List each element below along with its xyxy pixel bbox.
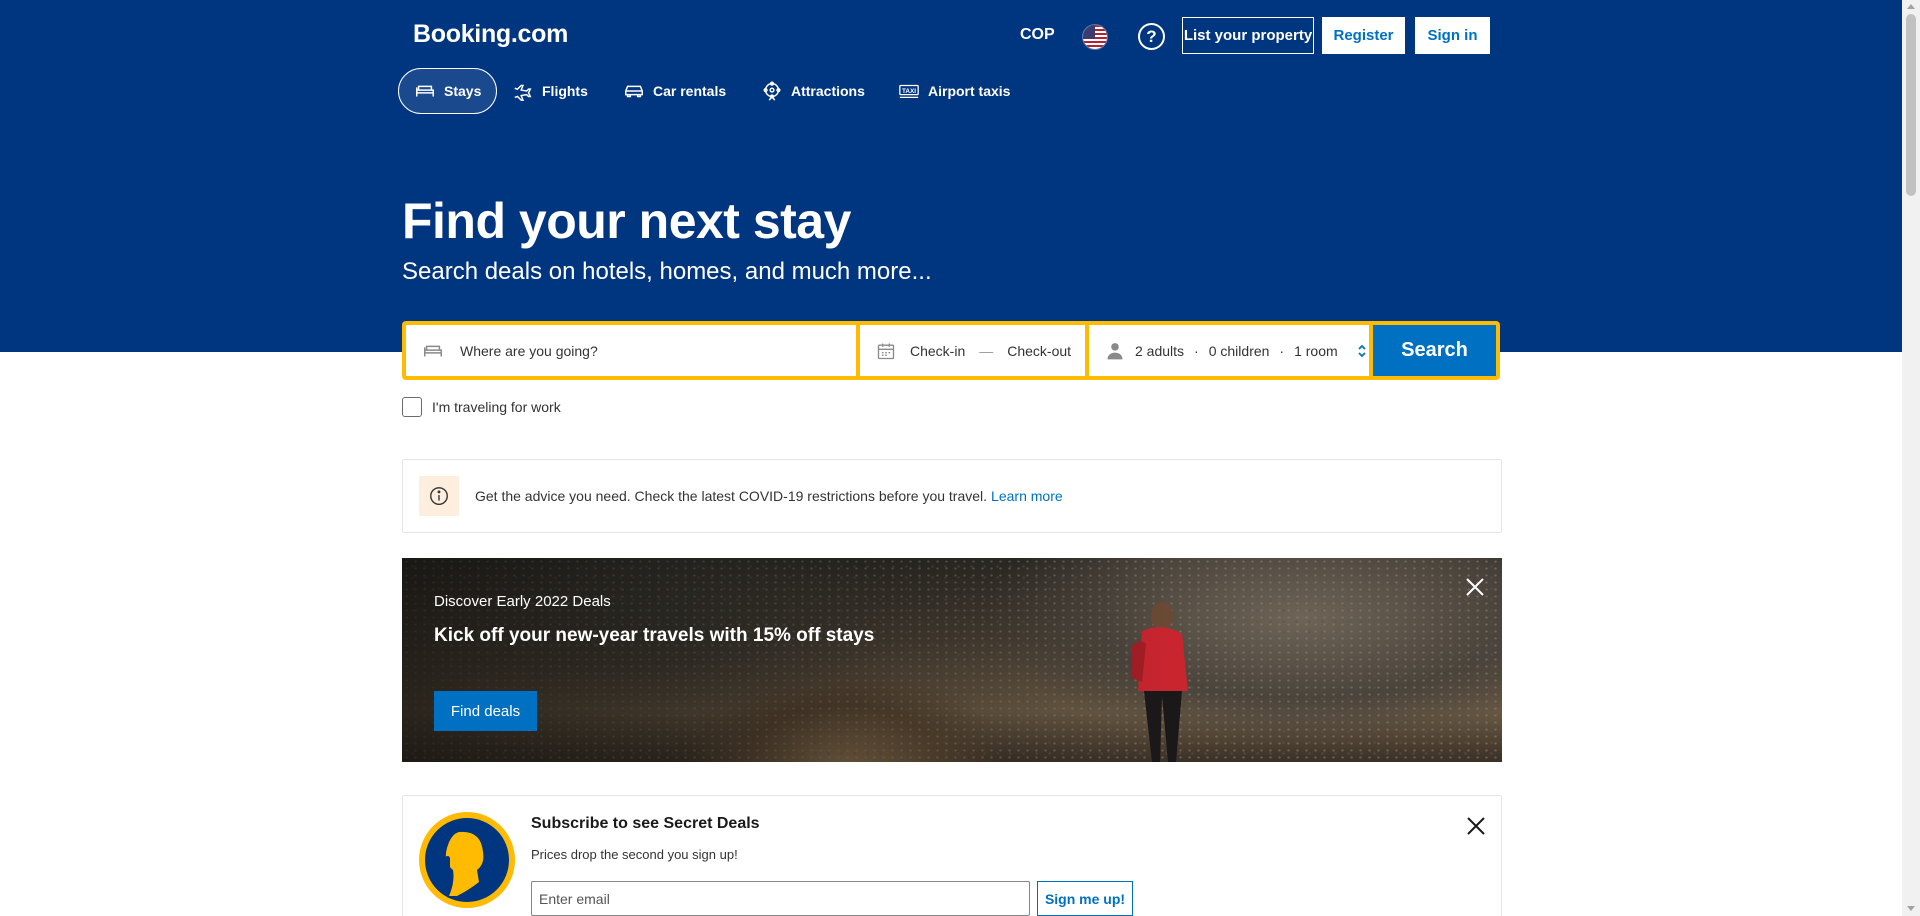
plane-icon [514,84,532,101]
bed-icon [416,85,434,97]
separator-dot: · [1194,342,1199,359]
rooms-count: 1 room [1294,342,1338,359]
calendar-icon [877,343,895,359]
destination-field[interactable] [406,325,856,376]
scroll-down-arrow-icon[interactable] [1907,906,1915,911]
separator-dot: · [1279,342,1285,359]
learn-more-link[interactable]: Learn more [991,488,1063,504]
tab-airport-taxis-label: Airport taxis [928,83,1011,99]
subscribe-title: Subscribe to see Secret Deals [531,815,760,832]
search-bar: Check-in — Check-out 2 adults · 0 childr… [402,321,1500,380]
attractions-icon [763,81,781,101]
scroll-thumb[interactable] [1906,14,1916,196]
sign-in-button[interactable]: Sign in [1415,17,1490,54]
booking-logo[interactable]: Booking.com [413,20,568,49]
check-in-label: Check-in [910,342,966,359]
find-deals-button[interactable]: Find deals [434,691,537,731]
page-subtitle: Search deals on hotels, homes, and much … [402,258,932,285]
us-flag-icon[interactable] [1082,24,1108,50]
tab-car-rentals[interactable]: Car rentals [608,68,741,114]
tab-stays[interactable]: Stays [398,68,498,114]
children-count: 0 children [1208,342,1270,359]
guests-selector[interactable]: 2 adults · 0 children · 1 room [1089,325,1369,376]
promo-banner: Discover Early 2022 Deals Kick off your … [402,558,1502,762]
tab-airport-taxis[interactable]: TAXI Airport taxis [883,68,1025,114]
date-separator: — [979,342,994,359]
currency-selector[interactable]: COP [1020,26,1055,44]
header-background [0,0,1902,352]
page-title: Find your next stay [402,193,851,249]
svg-text:TAXI: TAXI [902,88,916,95]
notice-text: Get the advice you need. Check the lates… [475,488,988,504]
tab-car-rentals-label: Car rentals [653,83,727,99]
adults-count: 2 adults [1135,342,1185,359]
tab-stays-label: Stays [444,83,482,99]
info-icon [419,476,459,516]
work-travel-checkbox[interactable] [402,397,422,417]
list-property-button[interactable]: List your property [1182,17,1314,54]
taxi-icon: TAXI [899,84,919,99]
person-icon [1107,342,1123,359]
chevron-up-down-icon [1358,344,1366,357]
tab-flights[interactable]: Flights [497,68,603,114]
check-out-label: Check-out [1007,342,1072,359]
destination-input[interactable] [460,342,840,359]
subscribe-text: Prices drop the second you sign up! [531,847,738,862]
promo-title: Kick off your new-year travels with 15% … [434,625,875,646]
page-scrollbar[interactable] [1902,0,1920,916]
help-icon[interactable]: ? [1138,23,1165,50]
tab-flights-label: Flights [542,83,588,99]
bed-icon [424,345,442,356]
date-picker[interactable]: Check-in — Check-out [860,325,1085,376]
sign-me-up-button[interactable]: Sign me up! [1037,881,1133,916]
covid-notice: Get the advice you need. Check the lates… [402,459,1502,533]
tab-attractions[interactable]: Attractions [746,68,880,114]
scroll-up-arrow-icon[interactable] [1907,4,1915,9]
close-icon[interactable] [1462,574,1488,600]
car-icon [625,85,643,98]
work-travel-checkbox-row: I'm traveling for work [402,397,561,417]
register-button[interactable]: Register [1322,17,1405,54]
secret-deals-badge [419,812,515,908]
tab-attractions-label: Attractions [791,83,865,99]
work-travel-label[interactable]: I'm traveling for work [432,399,561,415]
close-icon[interactable] [1463,813,1489,839]
promo-eyebrow: Discover Early 2022 Deals [434,593,611,610]
promo-overlay [402,558,1502,762]
email-field[interactable] [531,881,1030,916]
subscribe-panel: Subscribe to see Secret Deals Prices dro… [402,795,1502,916]
search-button[interactable]: Search [1373,325,1496,376]
